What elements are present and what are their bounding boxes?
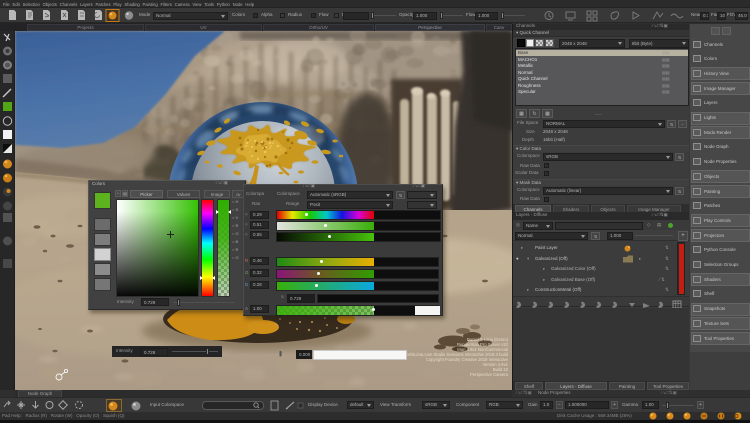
svg-text:Perspective Camera: Perspective Camera [470,372,509,377]
